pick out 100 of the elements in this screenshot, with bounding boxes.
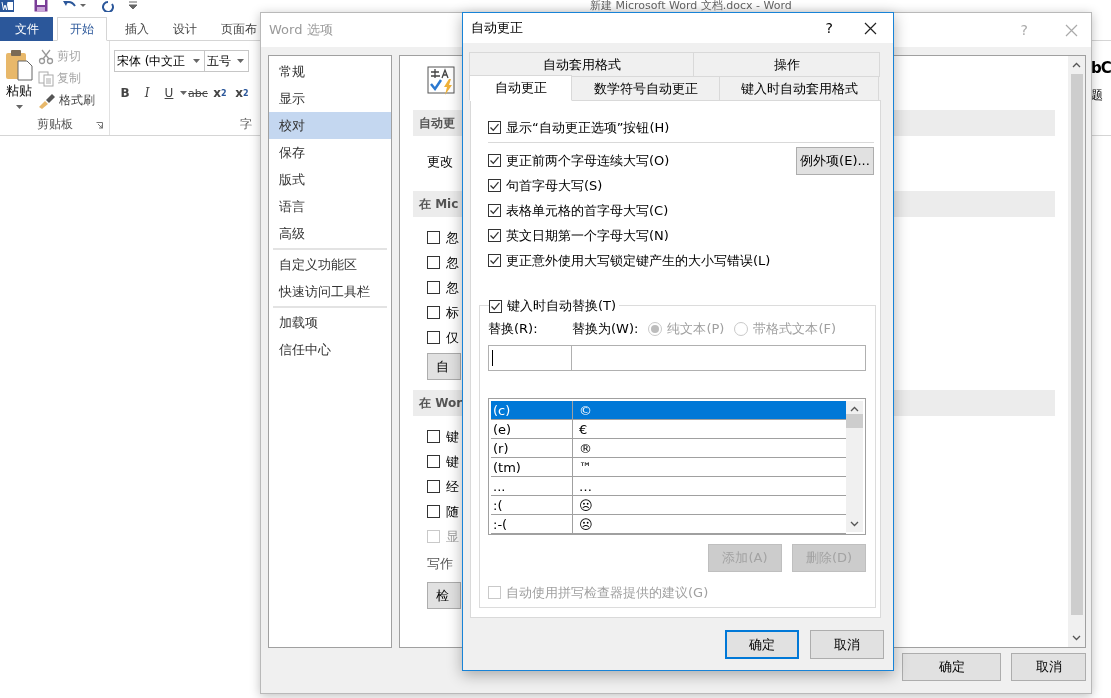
checkbox[interactable] (488, 204, 501, 217)
scrollbar[interactable] (1068, 56, 1085, 647)
option-button[interactable]: 检 (427, 582, 461, 609)
list-cell-text: … (578, 477, 592, 495)
format-painter-button[interactable]: 格式刷 (59, 92, 95, 109)
nav-item[interactable]: 快速访问工具栏 (269, 278, 391, 305)
checkbox-label: 随 (446, 502, 459, 521)
close-icon[interactable] (864, 21, 877, 35)
nav-item[interactable]: 语言 (269, 193, 391, 220)
list-row[interactable]: (c) © (491, 401, 846, 420)
checkbox[interactable] (488, 154, 501, 167)
checkbox[interactable] (488, 254, 501, 267)
checkbox[interactable] (488, 229, 501, 242)
cancel-button[interactable]: 取消 (1011, 653, 1086, 681)
checkbox[interactable] (427, 306, 440, 319)
redo-icon (101, 0, 115, 12)
ribbon-tab[interactable]: 开始 (57, 17, 107, 41)
list-cell: :( (491, 496, 573, 514)
checkbox[interactable] (427, 505, 440, 518)
paste-icon (5, 49, 33, 81)
style-preview[interactable]: bC (1091, 59, 1111, 77)
list-row[interactable]: :-( ☹ (491, 515, 846, 534)
underline-button[interactable]: U (158, 83, 180, 103)
scroll-thumb[interactable] (846, 414, 863, 428)
checkbox-label: 忽 (446, 228, 459, 247)
checkbox[interactable] (427, 231, 440, 244)
dialog-tab[interactable]: 操作 (693, 52, 880, 77)
replace-with-field[interactable] (571, 345, 866, 371)
customize-caret-icon (129, 0, 137, 12)
list-cell: (r) (491, 439, 573, 457)
list-row[interactable]: ... … (491, 477, 846, 496)
ok-button[interactable]: 确定 (902, 653, 1001, 681)
ok-button[interactable]: 确定 (725, 630, 799, 659)
nav-item[interactable]: 校对 (269, 112, 391, 139)
radio-label: 纯文本(P) (667, 320, 725, 338)
ribbon-tab[interactable]: 设计 (161, 17, 209, 41)
checkbox-label: 自动使用拼写检查器提供的建议(G) (506, 583, 709, 602)
chevron-down-icon (850, 521, 859, 527)
dialog-tab[interactable]: 自动套用格式 (469, 52, 694, 77)
nav-item[interactable]: 版式 (269, 166, 391, 193)
checkbox[interactable] (489, 299, 502, 313)
group-label: 剪贴板 (36, 115, 73, 133)
checkbox-label: 更正前两个字母连续大写(O) (506, 151, 670, 170)
setting-label: 写作 (427, 555, 453, 573)
bold-button[interactable]: B (114, 83, 136, 103)
scissors-icon (38, 48, 54, 65)
strikethrough-button[interactable]: abc (187, 83, 209, 103)
paste-button[interactable]: 粘贴 (6, 82, 32, 100)
file-tab[interactable]: 文件 (0, 17, 53, 41)
nav-item[interactable]: 显示 (269, 85, 391, 112)
ribbon-tab[interactable]: 插入 (113, 17, 161, 41)
checkbox[interactable] (427, 480, 440, 493)
scroll-thumb[interactable] (1070, 74, 1083, 615)
setting-label: 更改 (427, 153, 453, 171)
field-label: 替换(R): (488, 320, 539, 338)
ribbon-tab[interactable]: 页面布 (209, 17, 258, 41)
list-row[interactable]: (e) € (491, 420, 846, 439)
checkbox[interactable] (427, 256, 440, 269)
scrollbar[interactable] (846, 401, 863, 532)
replace-field[interactable] (488, 345, 572, 371)
dialog-tab[interactable]: 自动更正 (469, 75, 572, 101)
list-row[interactable]: :( ☹ (491, 496, 846, 515)
nav-item[interactable]: 保存 (269, 139, 391, 166)
exceptions-button[interactable]: 例外项(E)... (796, 147, 874, 175)
italic-button[interactable]: I (136, 83, 158, 103)
caret-icon (193, 59, 200, 63)
help-button[interactable]: ? (825, 20, 833, 36)
font-size-field[interactable]: 五号 (204, 50, 249, 72)
launcher-icon[interactable] (96, 122, 103, 129)
nav-item[interactable]: 加载项 (269, 309, 391, 336)
chevron-up-icon (1072, 62, 1081, 68)
checkbox-label: 标 (446, 303, 459, 322)
cancel-button[interactable]: 取消 (810, 630, 884, 659)
save-icon (34, 0, 48, 12)
checkbox[interactable] (427, 331, 440, 344)
checkbox[interactable] (427, 455, 440, 468)
nav-item[interactable]: 信任中心 (269, 336, 391, 363)
checkbox[interactable] (427, 430, 440, 443)
checkbox[interactable] (427, 281, 440, 294)
copy-icon (38, 70, 54, 87)
group-label: 字 (240, 117, 252, 131)
checkbox[interactable] (488, 121, 501, 134)
nav-item[interactable]: 自定义功能区 (269, 251, 391, 278)
list-cell: (e) (491, 420, 573, 438)
list-row[interactable]: (r) ® (491, 439, 846, 458)
list-row[interactable]: (tm) ™ (491, 458, 846, 477)
font-name-field[interactable]: 宋体 (中文正 (114, 50, 205, 72)
style-label: 题 (1091, 87, 1104, 104)
section-title: 在 Mic (419, 195, 459, 213)
option-button[interactable]: 自 (427, 353, 461, 380)
checkbox-label: 显示“自动更正选项”按钮(H) (506, 118, 670, 137)
superscript-button[interactable]: x$^{2}$ (231, 83, 253, 103)
list-cell: (c) (491, 401, 573, 419)
checkbox-label: 经 (446, 477, 459, 496)
nav-item[interactable]: 高级 (269, 220, 391, 247)
field-label: 替换为(W): (572, 320, 639, 338)
checkbox-label: 句首字母大写(S) (506, 176, 603, 195)
nav-item[interactable]: 常规 (269, 58, 391, 85)
checkbox[interactable] (488, 179, 501, 192)
checkbox-label: 仅 (446, 328, 459, 347)
